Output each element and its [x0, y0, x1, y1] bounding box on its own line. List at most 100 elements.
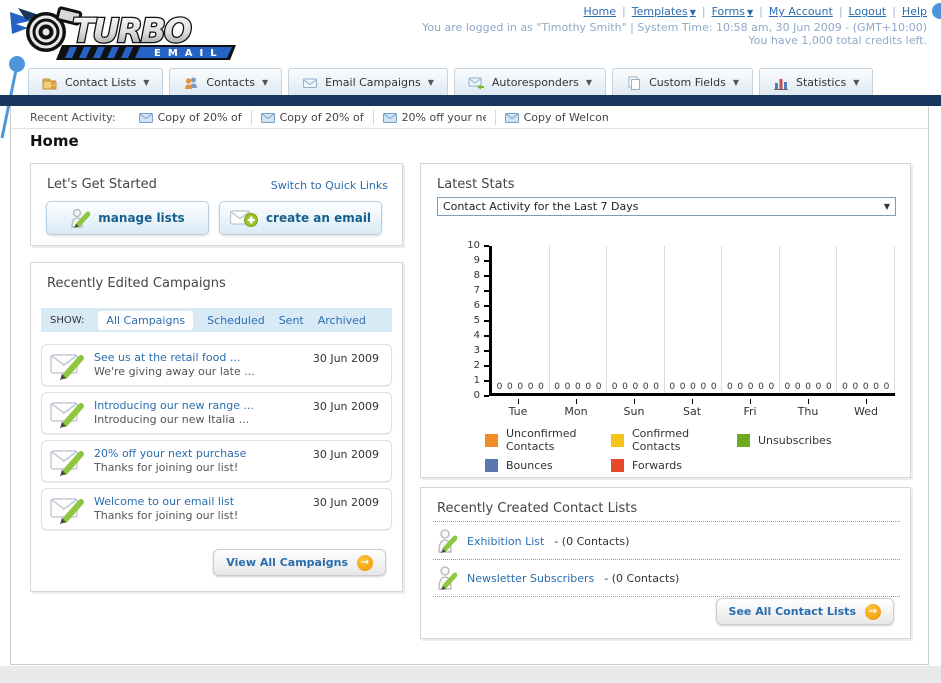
y-axis-label: 4 — [473, 330, 480, 341]
campaign-title-link[interactable]: 20% off your next purchase — [94, 447, 246, 461]
legend-label: Confirmed Contacts — [632, 427, 690, 453]
create-email-button[interactable]: create an email — [219, 201, 382, 235]
y-axis-label: 2 — [473, 360, 480, 371]
login-status-text: You are logged in as "Timothy Smith" | S… — [422, 21, 927, 34]
legend-swatch — [737, 433, 750, 447]
see-all-contact-lists-button[interactable]: See All Contact Lists → — [715, 598, 894, 625]
filter-tab-archived[interactable]: Archived — [318, 314, 366, 327]
chart-y-axis: 10 9 8 7 6 5 4 3 2 1 0 — [461, 240, 489, 401]
x-axis-label: Sat — [663, 399, 721, 418]
switch-quick-links[interactable]: Switch to Quick Links — [271, 179, 388, 192]
y-axis-label: 7 — [473, 285, 480, 296]
bar-value-label: 0 — [852, 382, 859, 392]
x-axis-label: Thu — [779, 399, 837, 418]
contact-list-pencil-icon — [438, 566, 457, 590]
contact-list-item[interactable]: Newsletter Subscribers - (0 Contacts) — [437, 565, 679, 591]
bar-value-label: 0 — [805, 382, 812, 392]
top-link-help[interactable]: Help — [902, 5, 927, 18]
chevron-down-icon: ▼ — [585, 78, 593, 87]
recent-activity-item[interactable]: 20% off your next p — [374, 110, 496, 125]
campaign-row[interactable]: Welcome to our email list Thanks for joi… — [41, 488, 392, 530]
recent-activity-item[interactable]: Copy of 20% off yo — [252, 110, 374, 125]
chevron-down-icon: ▼ — [853, 78, 860, 87]
y-axis-label: 5 — [473, 315, 480, 326]
top-link-templates[interactable]: Templates ▼ — [632, 5, 696, 18]
legend-label: Forwards — [632, 459, 682, 472]
tab-label: Contact Lists — [65, 76, 137, 89]
x-axis-label: Mon — [547, 399, 605, 418]
bar-value-label: 0 — [747, 382, 754, 392]
campaign-envelope-pencil-icon — [50, 354, 84, 380]
y-axis-label: 1 — [473, 375, 480, 386]
campaign-row[interactable]: Introducing our new range ... Introducin… — [41, 392, 392, 434]
campaign-envelope-pencil-icon — [50, 402, 84, 428]
manage-lists-button[interactable]: manage lists — [46, 201, 209, 235]
legend-swatch — [485, 459, 498, 472]
main-nav: Contact Lists ▼ Contacts ▼ Email Campaigns… — [28, 68, 874, 96]
y-axis-label: 9 — [473, 255, 480, 266]
turbo-email-dashboard: TURBO EMAIL Home | Templates ▼ | Forms ▼ | My… — [0, 0, 941, 683]
contact-list-link[interactable]: Newsletter Subscribers — [467, 572, 594, 585]
campaign-title-link[interactable]: Welcome to our email list — [94, 495, 238, 509]
bar-value-label: 0 — [507, 382, 513, 392]
campaign-date: 30 Jun 2009 — [312, 400, 379, 413]
bar-value-label: 0 — [622, 382, 628, 392]
campaign-title-link[interactable]: See us at the retail food ... — [94, 351, 255, 365]
envelope-icon — [138, 112, 153, 123]
bar-value-label: 0 — [768, 382, 775, 392]
bar-value-label: 0 — [815, 382, 822, 392]
bar-value-label: 0 — [794, 382, 801, 392]
filter-tab-all-campaigns[interactable]: All Campaigns — [98, 310, 194, 330]
tab-label: Custom Fields — [649, 76, 726, 89]
top-link-my-account[interactable]: My Account — [769, 5, 833, 18]
tab-contacts[interactable]: Contacts ▼ — [169, 68, 283, 96]
legend-label: Unsubscribes — [758, 433, 832, 447]
bar-value-label: 0 — [873, 382, 879, 392]
recent-activity-item[interactable]: Copy of 20% off yo — [130, 110, 252, 125]
top-link-forms[interactable]: Forms ▼ — [712, 5, 754, 18]
campaigns-panel: Recently Edited Campaigns SHOW: All Camp… — [30, 262, 403, 592]
page-footer — [0, 666, 941, 683]
bar-value-label: 0 — [842, 382, 848, 392]
manage-lists-label: manage lists — [98, 211, 185, 225]
recent-activity-bar: Recent Activity: Copy of 20% off yo Copy… — [11, 107, 928, 129]
tab-email-campaigns[interactable]: Email Campaigns ▼ — [288, 68, 448, 96]
bar-value-label: 0 — [496, 382, 503, 392]
legend-swatch — [611, 459, 624, 472]
bar-value-labels: 00000 — [780, 382, 837, 392]
tab-statistics[interactable]: Statistics ▼ — [758, 68, 874, 96]
contact-lists-title: Recently Created Contact Lists — [437, 501, 638, 516]
top-link-home[interactable]: Home — [584, 5, 616, 18]
contact-list-detail: - (0 Contacts) — [604, 571, 680, 585]
statistics-icon — [773, 78, 788, 90]
separator: | — [701, 5, 706, 18]
bar-value-label: 0 — [669, 382, 676, 392]
legend-swatch — [611, 433, 624, 447]
tab-custom-fields[interactable]: Custom Fields ▼ — [612, 68, 753, 96]
filter-tab-sent[interactable]: Sent — [279, 314, 304, 327]
campaign-date: 30 Jun 2009 — [312, 448, 379, 461]
view-all-campaigns-button[interactable]: View All Campaigns → — [213, 549, 386, 576]
filter-tab-scheduled[interactable]: Scheduled — [207, 314, 265, 327]
campaign-row[interactable]: See us at the retail food ... We're givi… — [41, 344, 392, 386]
y-axis-label: 3 — [473, 345, 480, 356]
campaign-title-link[interactable]: Introducing our new range ... — [94, 399, 254, 413]
navy-divider-bar — [0, 95, 941, 106]
legend-item: Forwards — [611, 459, 737, 472]
chart-day-group: 00000 — [665, 246, 723, 393]
bar-value-label: 0 — [632, 382, 639, 392]
top-link-logout[interactable]: Logout — [849, 5, 887, 18]
envelope-icon — [504, 112, 519, 123]
y-axis-label: 0 — [473, 390, 480, 401]
contact-list-pencil-icon — [438, 529, 457, 553]
stats-report-select[interactable]: Contact Activity for the Last 7 Days ▼ — [437, 197, 896, 216]
chart-x-axis: Tue Mon Sun Sat Fri Thu Wed — [489, 399, 895, 418]
tab-autoresponders[interactable]: Autoresponders ▼ — [453, 68, 607, 96]
campaign-row[interactable]: 20% off your next purchase Thanks for jo… — [41, 440, 392, 482]
bar-value-label: 0 — [595, 382, 602, 392]
contact-list-item[interactable]: Exhibition List - (0 Contacts) — [437, 528, 629, 554]
recent-activity-item[interactable]: Copy of Welcome to — [496, 110, 617, 125]
bar-value-label: 0 — [653, 382, 660, 392]
contact-list-link[interactable]: Exhibition List — [467, 535, 544, 548]
tab-contact-lists[interactable]: Contact Lists ▼ — [28, 68, 164, 96]
